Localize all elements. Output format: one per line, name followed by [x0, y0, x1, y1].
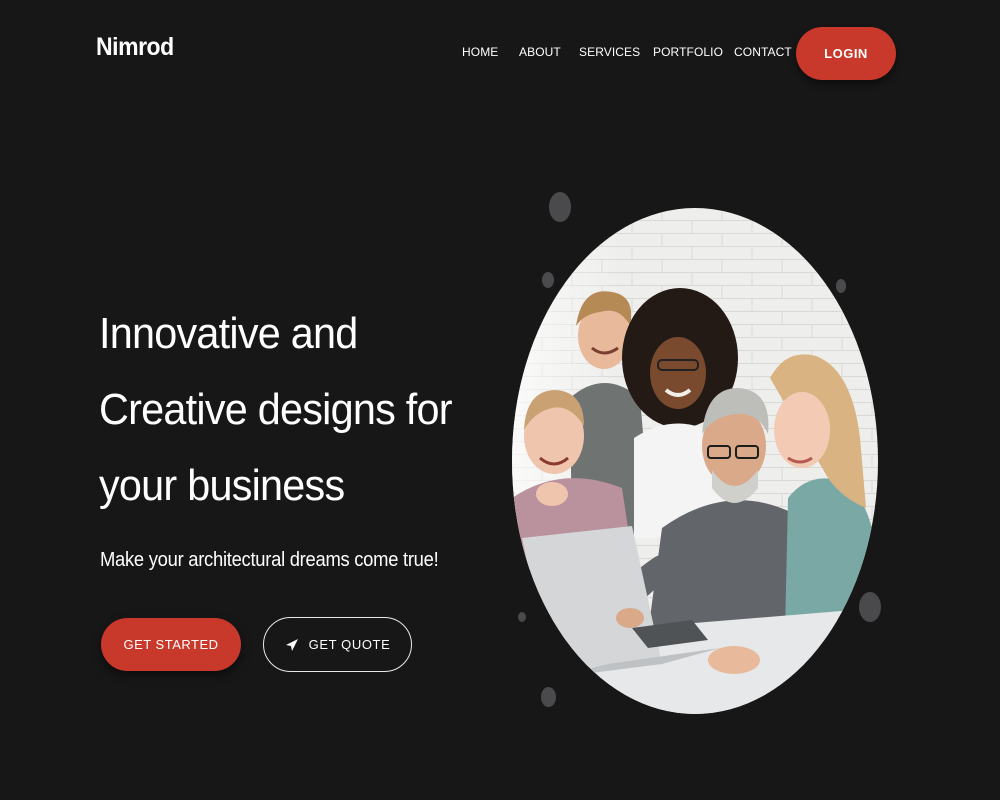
decor-dot [836, 279, 846, 293]
nav-portfolio[interactable]: PORTFOLIO [653, 45, 723, 59]
paper-plane-icon [285, 638, 299, 652]
login-button[interactable]: LOGIN [796, 27, 896, 80]
hero-subtitle: Make your architectural dreams come true… [100, 549, 439, 571]
get-quote-button[interactable]: GET QUOTE [263, 617, 412, 672]
decor-dot [541, 687, 556, 707]
team-meeting-photo [512, 208, 878, 714]
nav-home[interactable]: HOME [462, 45, 498, 59]
nav-services[interactable]: SERVICES [579, 45, 640, 59]
brand-logo[interactable]: Nimrod [96, 33, 174, 62]
decor-dot [518, 612, 526, 622]
get-started-button[interactable]: GET STARTED [101, 618, 241, 671]
decor-dot [549, 192, 571, 222]
hero-headline: Innovative and Creative designs for your… [99, 309, 453, 510]
nav-contact[interactable]: CONTACT [734, 45, 792, 59]
get-quote-label: GET QUOTE [308, 637, 391, 652]
decor-dot [859, 592, 881, 622]
nav-about[interactable]: ABOUT [519, 45, 561, 59]
decor-dot [542, 272, 554, 288]
